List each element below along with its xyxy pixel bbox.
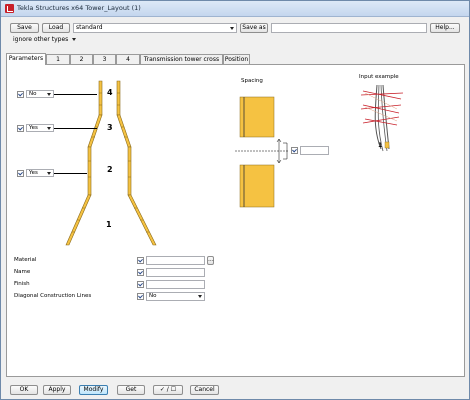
cancel-button[interactable]: Cancel bbox=[190, 385, 219, 395]
diagonal-lines-checkbox[interactable] bbox=[137, 293, 144, 300]
apply-button[interactable]: Apply bbox=[43, 385, 71, 395]
segment-3-value: Yes bbox=[29, 125, 38, 131]
segment-4-checkbox[interactable] bbox=[17, 91, 24, 98]
chevron-down-icon bbox=[47, 93, 51, 96]
chevron-down-icon bbox=[198, 295, 202, 298]
chevron-down-icon bbox=[47, 172, 51, 175]
segment-3-checkbox[interactable] bbox=[17, 125, 24, 132]
input-example-number: 1 bbox=[378, 142, 383, 149]
diagonal-lines-value: No bbox=[149, 293, 157, 299]
dialog-window: Tekla Structures x64 Tower_Layout (1) Sa… bbox=[0, 0, 470, 400]
finish-label: Finish bbox=[14, 281, 30, 287]
name-input[interactable] bbox=[146, 268, 205, 277]
input-example-title: Input example bbox=[359, 74, 399, 80]
leader-line bbox=[54, 128, 97, 129]
tower-member bbox=[116, 80, 121, 116]
leader-line bbox=[54, 94, 97, 95]
diagonal-lines-select[interactable]: No bbox=[146, 292, 205, 301]
material-browse-button[interactable]: ... bbox=[207, 256, 214, 265]
finish-checkbox[interactable] bbox=[137, 281, 144, 288]
spacing-checkbox[interactable] bbox=[291, 147, 298, 154]
tower-member bbox=[87, 146, 92, 196]
diagonal-lines-label: Diagonal Construction Lines bbox=[14, 293, 92, 299]
get-button[interactable]: Get bbox=[117, 385, 145, 395]
segment-label-2: 2 bbox=[107, 165, 113, 174]
tower-member bbox=[98, 80, 103, 116]
spacing-title: Spacing bbox=[241, 78, 263, 84]
tab-parameters[interactable]: Parameters bbox=[6, 53, 46, 65]
segment-3-select[interactable]: Yes bbox=[26, 124, 54, 132]
name-checkbox[interactable] bbox=[137, 269, 144, 276]
material-input[interactable] bbox=[146, 256, 205, 265]
segment-2-select[interactable]: Yes bbox=[26, 169, 54, 177]
segment-label-1: 1 bbox=[106, 220, 112, 229]
tower-member bbox=[127, 146, 132, 196]
tower-member bbox=[116, 114, 132, 148]
segment-4-select[interactable]: No bbox=[26, 90, 54, 98]
chevron-down-icon bbox=[47, 127, 51, 130]
toggle-all-button[interactable]: ✓ / ☐ bbox=[153, 385, 183, 395]
material-label: Material bbox=[14, 257, 37, 263]
material-checkbox[interactable] bbox=[137, 257, 144, 264]
segment-label-4: 4 bbox=[107, 88, 113, 97]
segment-2-checkbox[interactable] bbox=[17, 170, 24, 177]
segment-4-value: No bbox=[29, 91, 37, 97]
tower-diagram bbox=[65, 80, 404, 246]
modify-button[interactable]: Modify bbox=[79, 385, 108, 395]
leader-line bbox=[54, 173, 87, 174]
spacing-detail bbox=[235, 96, 288, 208]
ok-button[interactable]: OK bbox=[10, 385, 38, 395]
segment-label-3: 3 bbox=[107, 123, 113, 132]
spacing-input[interactable] bbox=[300, 146, 329, 155]
finish-input[interactable] bbox=[146, 280, 205, 289]
tower-member bbox=[87, 114, 103, 148]
name-label: Name bbox=[14, 269, 31, 275]
segment-2-value: Yes bbox=[29, 170, 38, 176]
